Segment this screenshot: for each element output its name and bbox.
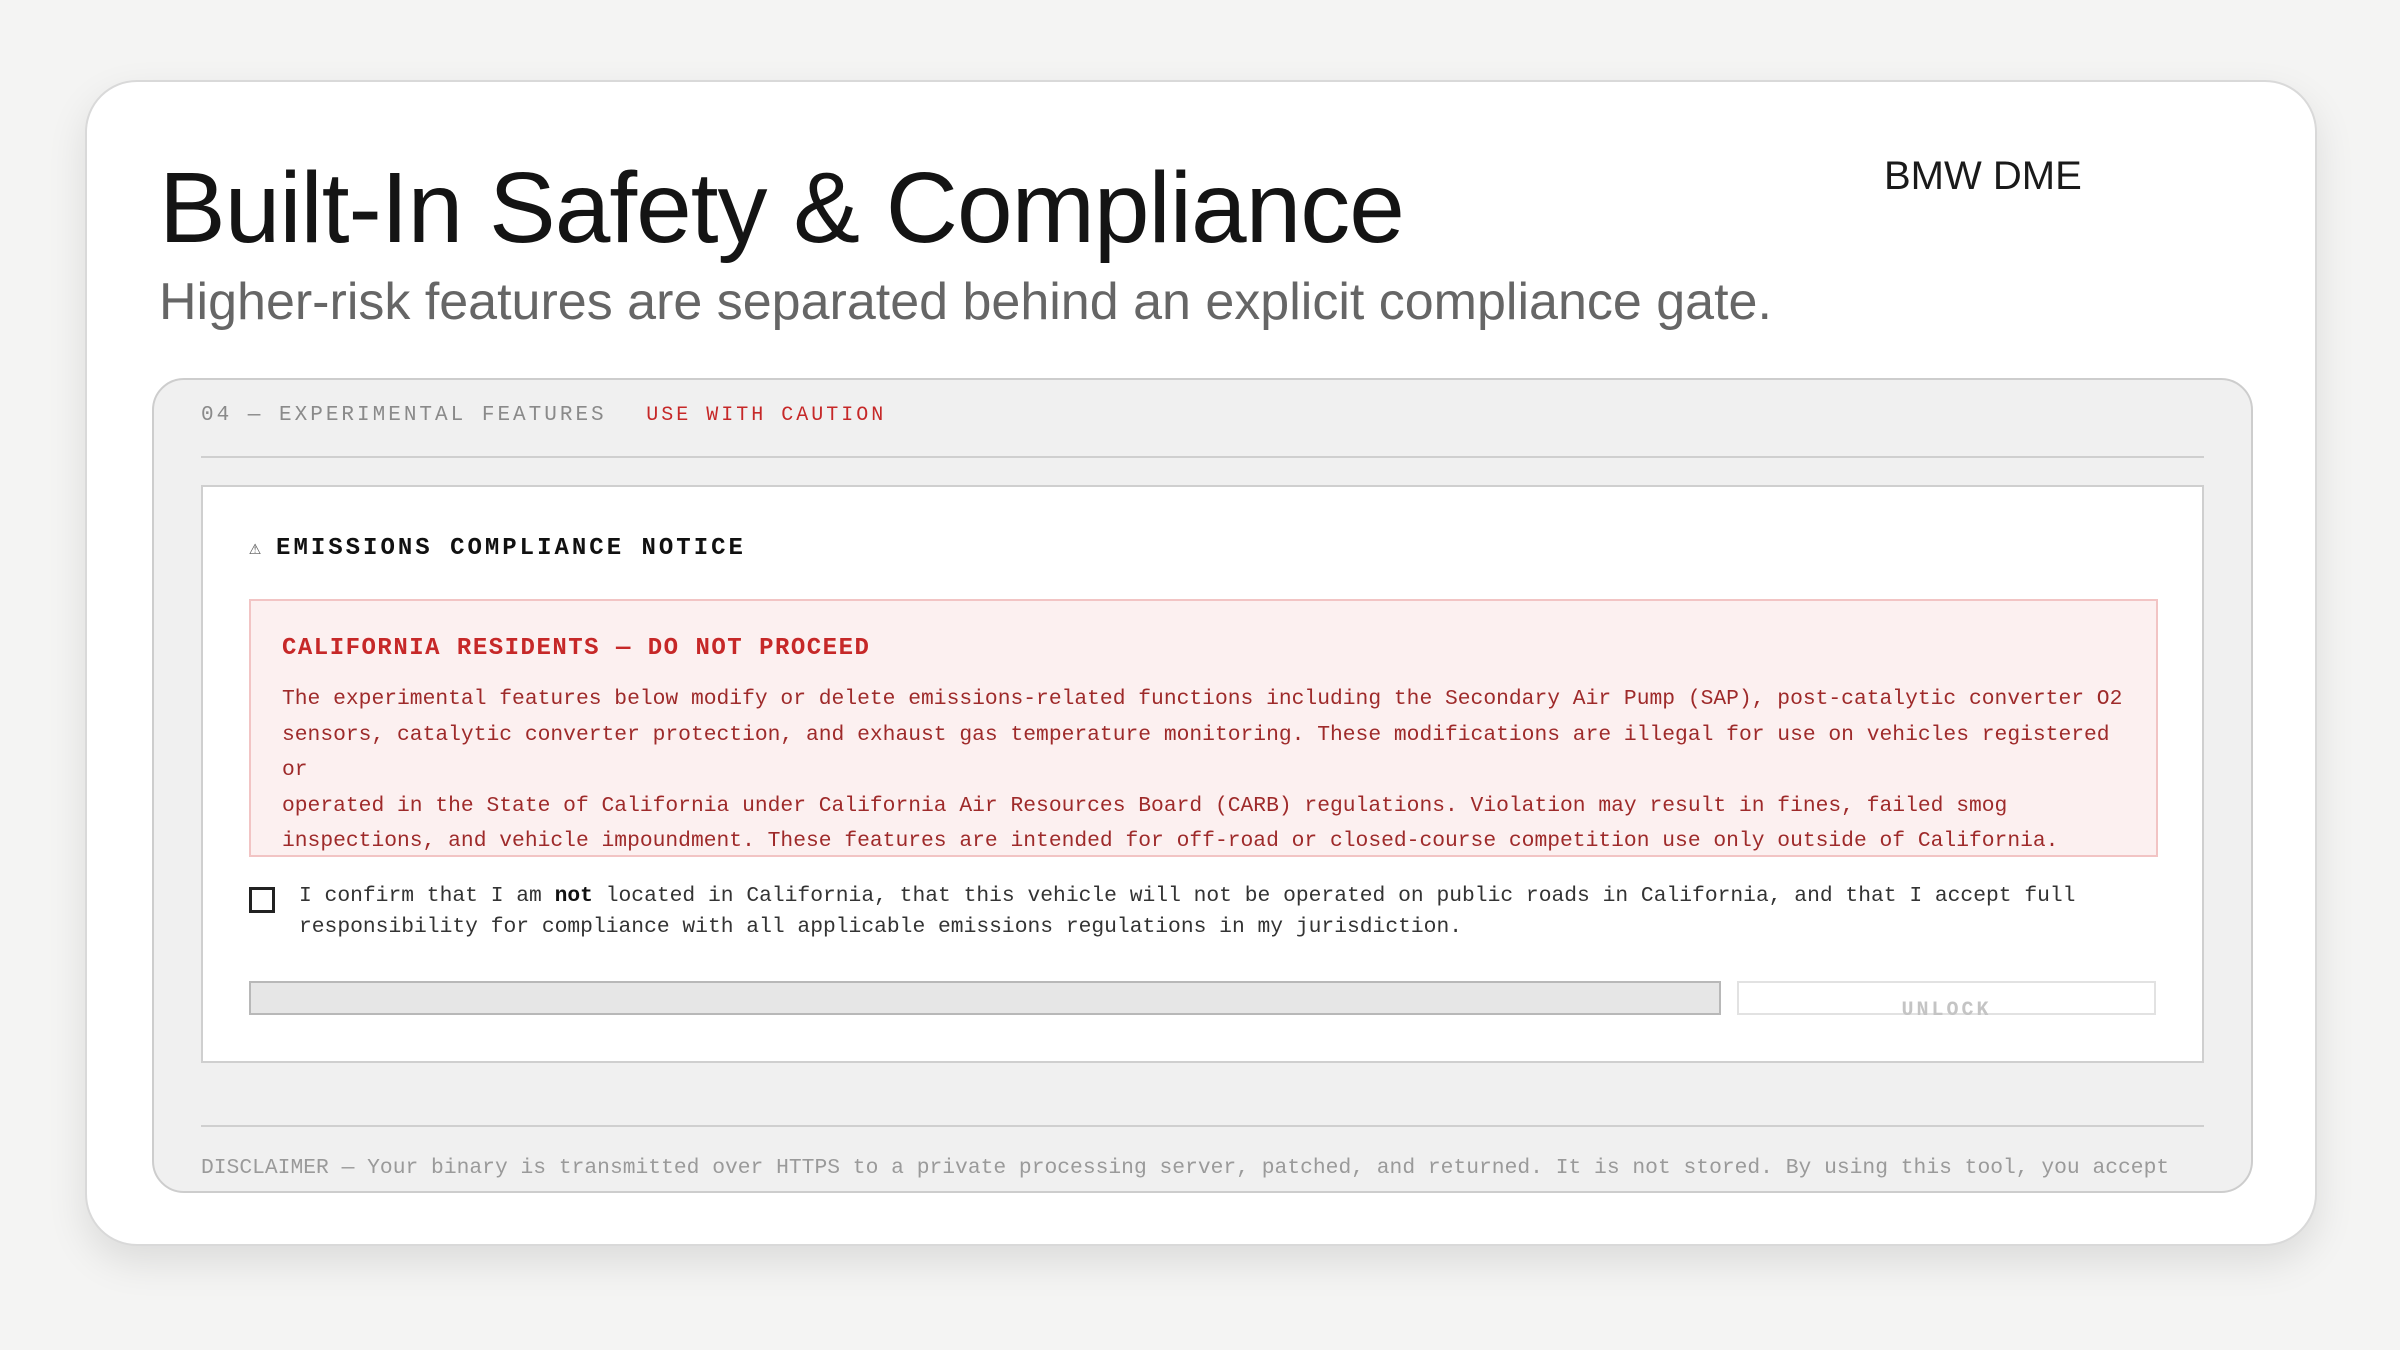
alert-body: The experimental features below modify o… <box>282 687 2123 853</box>
confirm-bold: not <box>554 884 593 908</box>
unlock-progress-bar <box>249 981 1721 1015</box>
confirm-text[interactable]: I confirm that I am not located in Calif… <box>299 881 2149 943</box>
california-alert: CALIFORNIA RESIDENTS — DO NOT PROCEED Th… <box>249 599 2158 857</box>
caution-label: USE WITH CAUTION <box>646 404 887 427</box>
compliance-notice: ⚠ EMISSIONS COMPLIANCE NOTICE CALIFORNIA … <box>201 485 2204 1063</box>
brand-label: BMW DME <box>1884 154 2082 198</box>
slide-subtitle: Higher-risk features are separated behin… <box>159 273 1772 331</box>
alert-title: CALIFORNIA RESIDENTS — DO NOT PROCEED <box>282 635 871 662</box>
notice-title-text: EMISSIONS COMPLIANCE NOTICE <box>276 535 746 562</box>
app-panel: 04 — EXPERIMENTAL FEATURES USE WITH CAUT… <box>152 378 2253 1193</box>
slide-card: Built-In Safety & Compliance BMW DME Hig… <box>85 80 2317 1246</box>
warning-icon: ⚠ <box>249 538 265 561</box>
slide-title: Built-In Safety & Compliance <box>159 152 1405 264</box>
confirm-prefix: I confirm that I am <box>299 884 555 908</box>
section-label: 04 — EXPERIMENTAL FEATURES <box>201 404 607 427</box>
section-header: 04 — EXPERIMENTAL FEATURES USE WITH CAUT… <box>201 404 2204 458</box>
unlock-button[interactable]: UNLOCK <box>1737 981 2156 1021</box>
divider <box>201 1125 2204 1127</box>
disclaimer-text: DISCLAIMER — Your binary is transmitted … <box>201 1156 2170 1180</box>
confirm-checkbox[interactable] <box>249 887 275 913</box>
notice-title: ⚠ EMISSIONS COMPLIANCE NOTICE <box>249 535 746 562</box>
